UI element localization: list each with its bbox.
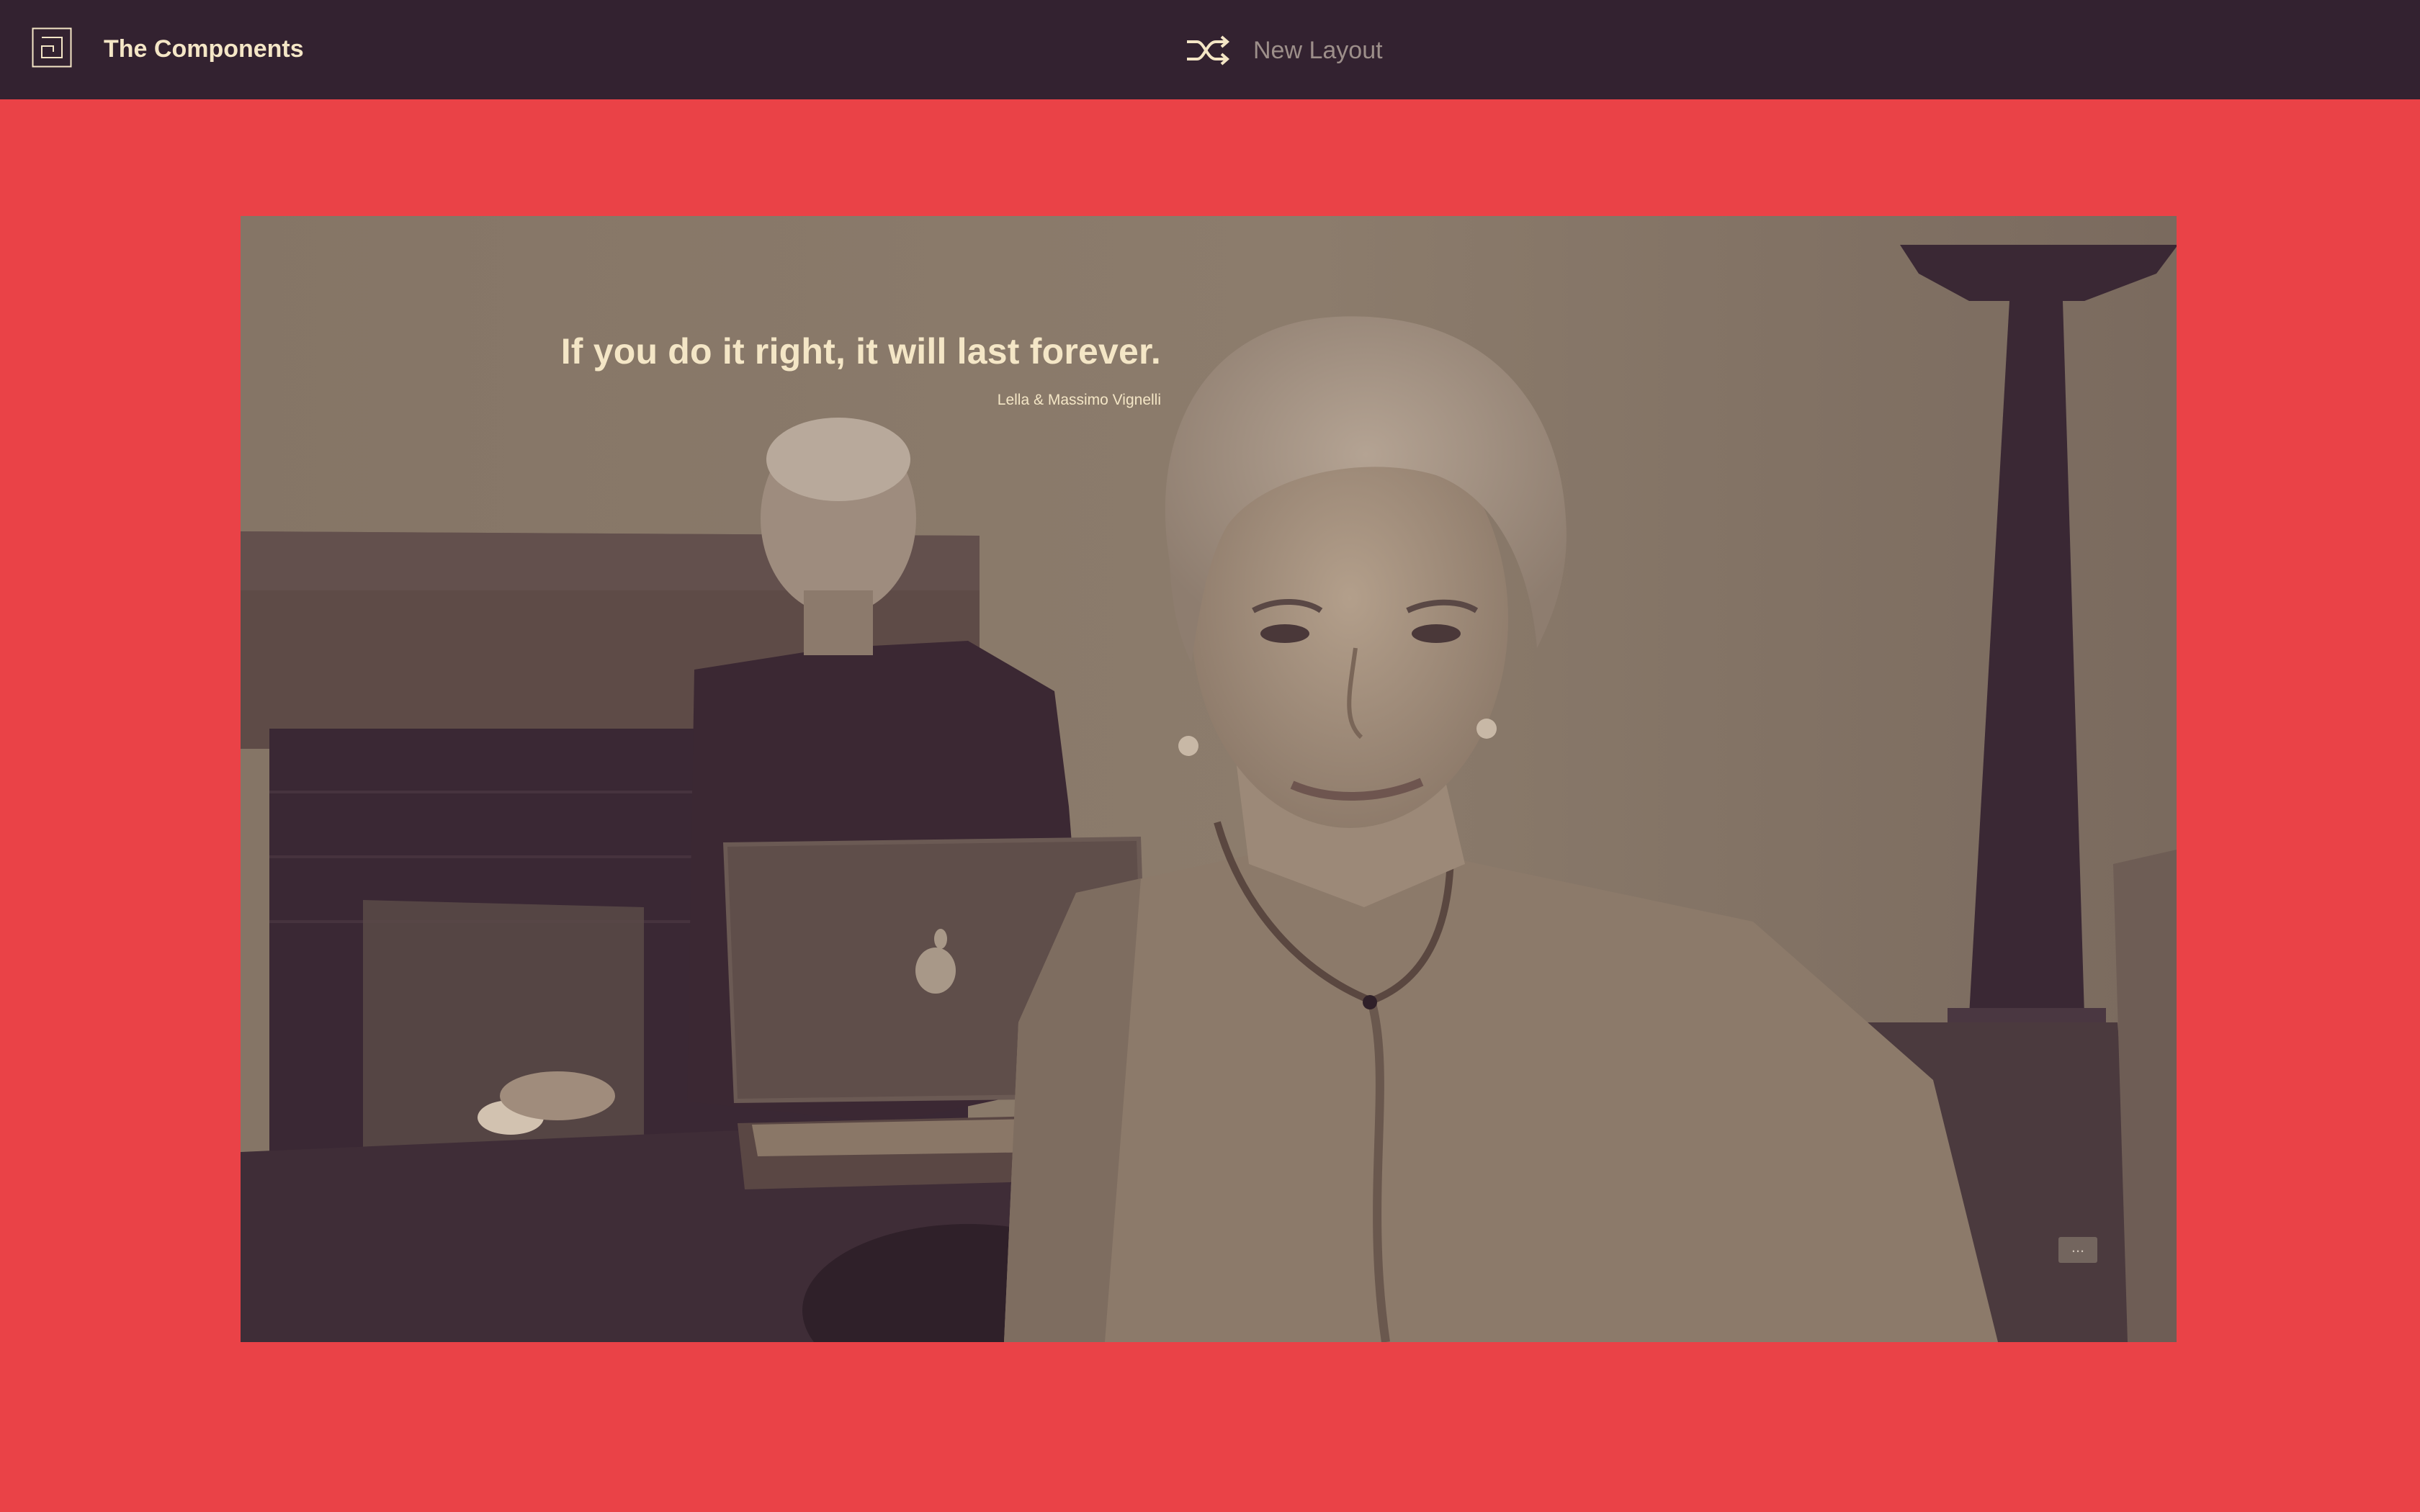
top-bar: The Components New Layout <box>0 0 2420 99</box>
more-options-button[interactable]: ... <box>2058 1237 2097 1263</box>
new-layout-button[interactable]: New Layout <box>1186 29 1383 72</box>
quote-text: If you do it right, it will last forever… <box>560 331 1161 372</box>
quote-author: Lella & Massimo Vignelli <box>997 392 1161 408</box>
new-layout-label: New Layout <box>1253 36 1383 64</box>
quote-block: If you do it right, it will last forever… <box>561 328 1161 410</box>
grid-logo-icon[interactable] <box>32 27 72 68</box>
hero-photo: If you do it right, it will last forever… <box>241 216 2177 1342</box>
shuffle-icon <box>1187 35 1230 66</box>
app-title[interactable]: The Components <box>104 32 304 66</box>
portrait-photo <box>241 216 2177 1342</box>
